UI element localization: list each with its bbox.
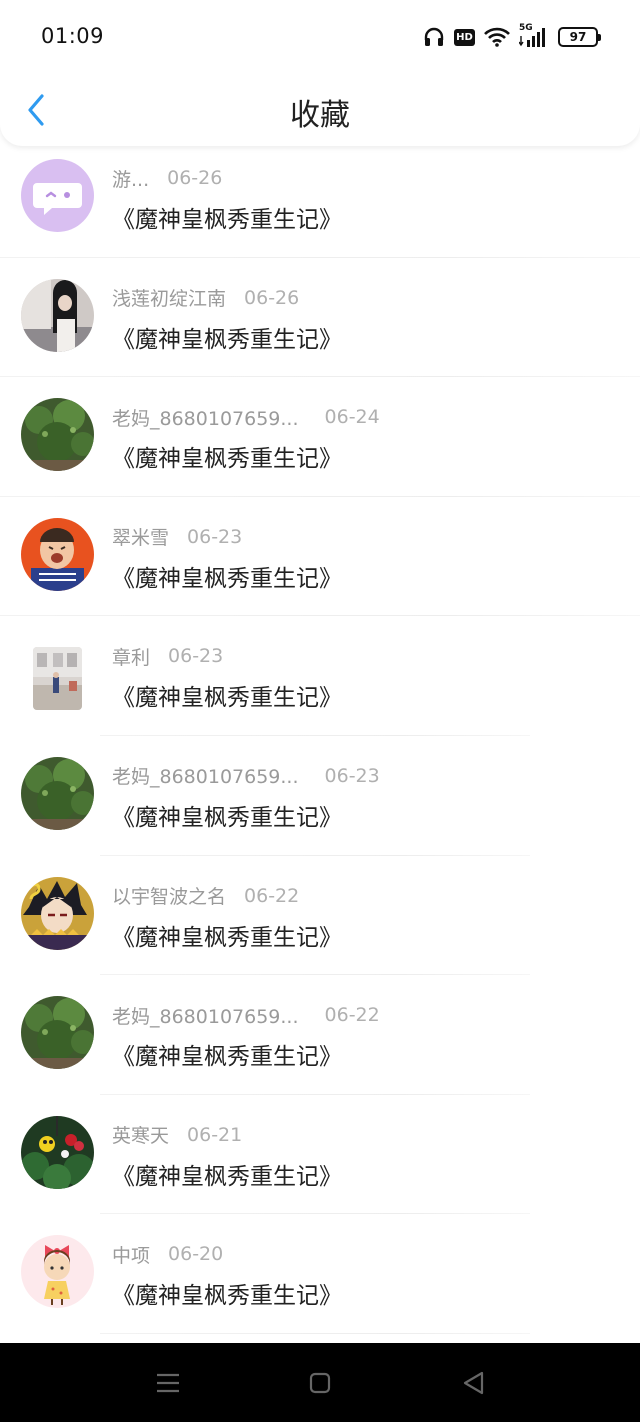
5g-signal-icon: 5G: [519, 23, 549, 48]
chat-bubble-avatar: [21, 159, 94, 232]
list-item[interactable]: 以宇智波之名 06-22 《魔神皇枫秀重生记》: [0, 856, 640, 976]
status-time: 01:09: [41, 24, 105, 48]
item-date: 06-21: [187, 1123, 243, 1146]
book-title[interactable]: 《魔神皇枫秀重生记》: [112, 1157, 342, 1191]
page-title: 收藏: [290, 98, 350, 133]
book-title[interactable]: 《魔神皇枫秀重生记》: [112, 559, 342, 593]
item-meta: 翠米雪 06-23: [112, 523, 243, 550]
book-title[interactable]: 《魔神皇枫秀重生记》: [112, 439, 342, 473]
anime-character-avatar: [21, 876, 94, 950]
home-button[interactable]: [306, 1369, 334, 1397]
favorites-screen: 01:09 HD 5G 97 收藏 游... 06-26 《魔神皇枫秀重生记》 …: [0, 0, 640, 1422]
item-meta: 浅莲初绽江南 06-26: [112, 284, 300, 311]
user-avatar[interactable]: [21, 517, 94, 591]
book-title[interactable]: 《魔神皇枫秀重生记》: [112, 1276, 342, 1310]
headphones-icon: [423, 27, 445, 47]
item-date: 06-26: [244, 286, 300, 309]
bush-photo-avatar: [21, 996, 94, 1070]
list-item[interactable]: 章利 06-23 《魔神皇枫秀重生记》: [0, 616, 640, 736]
list-item[interactable]: 浅莲初绽江南 06-26 《魔神皇枫秀重生记》: [0, 258, 640, 378]
status-bar: 01:09 HD 5G 97: [0, 0, 640, 74]
bush-photo-avatar: [21, 756, 94, 830]
divider: [100, 1332, 530, 1334]
favorites-list: 游... 06-26 《魔神皇枫秀重生记》 浅莲初绽江南 06-26 《魔神皇枫…: [0, 138, 640, 1334]
item-meta: 中项 06-20: [112, 1241, 224, 1268]
book-title[interactable]: 《魔神皇枫秀重生记》: [112, 918, 342, 952]
list-item[interactable]: 中项 06-20 《魔神皇枫秀重生记》: [0, 1214, 640, 1334]
book-title[interactable]: 《魔神皇枫秀重生记》: [112, 1037, 342, 1071]
status-icons: HD 5G 97: [423, 23, 601, 50]
item-date: 06-20: [168, 1243, 224, 1266]
list-item[interactable]: 英寒天 06-21 《魔神皇枫秀重生记》: [0, 1095, 640, 1215]
item-date: 06-23: [168, 645, 224, 668]
user-avatar[interactable]: [21, 278, 94, 352]
book-title[interactable]: 《魔神皇枫秀重生记》: [112, 678, 342, 712]
user-avatar[interactable]: [33, 647, 82, 711]
user-avatar[interactable]: [21, 756, 94, 830]
list-item[interactable]: 老妈_8680107659... 06-22 《魔神皇枫秀重生记》: [0, 975, 640, 1095]
user-avatar[interactable]: [21, 876, 94, 950]
item-meta: 英寒天 06-21: [112, 1121, 243, 1148]
username[interactable]: 以宇智波之名: [112, 882, 226, 909]
username[interactable]: 老妈_8680107659...: [112, 404, 299, 431]
list-item[interactable]: 翠米雪 06-23 《魔神皇枫秀重生记》: [0, 497, 640, 617]
wifi-icon: [484, 27, 510, 47]
item-date: 06-22: [324, 1004, 380, 1027]
item-meta: 以宇智波之名 06-22: [112, 882, 300, 909]
user-avatar[interactable]: [21, 398, 94, 472]
item-date: 06-24: [324, 406, 380, 429]
list-item[interactable]: 老妈_8680107659... 06-23 《魔神皇枫秀重生记》: [0, 736, 640, 856]
menu-button[interactable]: [154, 1369, 182, 1397]
back-triangle-icon: [463, 1371, 484, 1395]
battery-icon: 97: [558, 27, 601, 47]
list-item[interactable]: 老妈_8680107659... 06-24 《魔神皇枫秀重生记》: [0, 377, 640, 497]
item-date: 06-23: [187, 525, 243, 548]
user-avatar[interactable]: [21, 1235, 94, 1309]
item-meta: 老妈_8680107659... 06-24: [112, 404, 380, 431]
back-nav-button[interactable]: [460, 1369, 488, 1397]
username[interactable]: 游...: [112, 165, 149, 192]
book-title[interactable]: 《魔神皇枫秀重生记》: [112, 798, 342, 832]
item-date: 06-23: [324, 764, 380, 787]
book-title[interactable]: 《魔神皇枫秀重生记》: [112, 200, 342, 234]
user-avatar[interactable]: [21, 1115, 94, 1189]
username[interactable]: 浅莲初绽江南: [112, 284, 226, 311]
username[interactable]: 英寒天: [112, 1121, 169, 1148]
item-meta: 老妈_8680107659... 06-22: [112, 1002, 380, 1029]
menu-icon: [157, 1373, 179, 1393]
baby-photo-avatar: [21, 517, 94, 591]
hd-icon: HD: [454, 28, 475, 46]
nav-header: 收藏: [0, 74, 640, 146]
item-meta: 老妈_8680107659... 06-23: [112, 762, 380, 789]
list-item[interactable]: 游... 06-26 《魔神皇枫秀重生记》: [0, 138, 640, 258]
cartoon-girl-avatar: [21, 1235, 94, 1309]
street-photo-avatar: [33, 647, 82, 711]
girl-photo-avatar: [21, 278, 94, 352]
user-avatar[interactable]: [21, 996, 94, 1070]
username[interactable]: 章利: [112, 643, 150, 670]
username[interactable]: 翠米雪: [112, 523, 169, 550]
top-bar: 01:09 HD 5G 97 收藏: [0, 0, 640, 146]
flowers-photo-avatar: [21, 1115, 94, 1189]
username[interactable]: 老妈_8680107659...: [112, 1002, 299, 1029]
user-avatar[interactable]: [21, 159, 94, 232]
username[interactable]: 老妈_8680107659...: [112, 762, 299, 789]
system-navigation-bar: [0, 1343, 640, 1422]
item-meta: 章利 06-23: [112, 643, 224, 670]
item-meta: 游... 06-26: [112, 165, 223, 192]
username[interactable]: 中项: [112, 1241, 150, 1268]
item-date: 06-26: [167, 167, 223, 189]
bush-photo-avatar: [21, 398, 94, 472]
home-icon: [309, 1372, 331, 1394]
item-date: 06-22: [244, 884, 300, 907]
book-title[interactable]: 《魔神皇枫秀重生记》: [112, 320, 342, 354]
